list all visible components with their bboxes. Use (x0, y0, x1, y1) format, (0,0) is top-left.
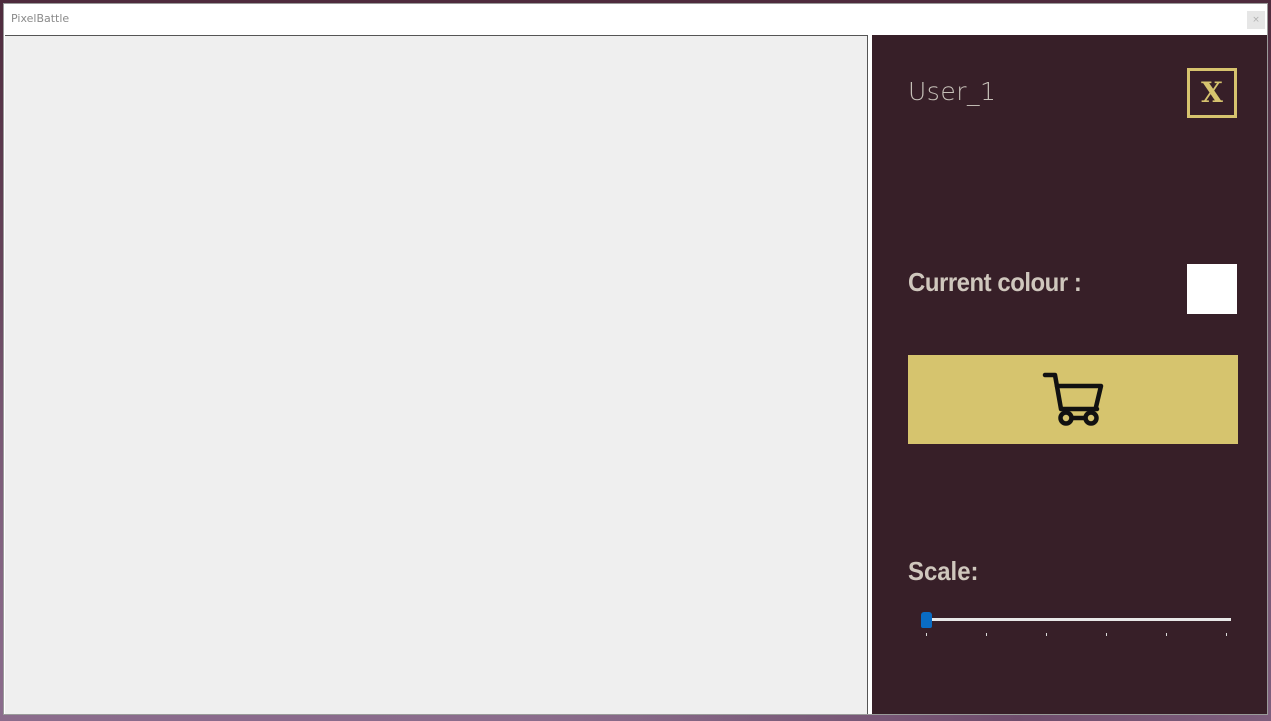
app-window: PixelBattle × User_1 X Current colour : … (3, 3, 1268, 715)
title-bar[interactable]: PixelBattle × (4, 4, 1267, 34)
pixel-canvas[interactable] (5, 35, 868, 714)
current-colour-swatch[interactable] (1187, 264, 1237, 314)
scale-slider-tick (1226, 633, 1227, 636)
scale-slider-thumb[interactable] (920, 612, 932, 628)
scale-slider[interactable] (916, 607, 1236, 637)
username-label: User_1 (908, 77, 997, 106)
scale-slider-tick (1166, 633, 1167, 636)
scale-slider-track[interactable] (921, 618, 1231, 621)
scale-slider-tick (926, 633, 927, 636)
scale-slider-tick (986, 633, 987, 636)
logout-button[interactable]: X (1187, 68, 1237, 118)
cart-icon (1042, 372, 1104, 426)
scale-slider-tick (1106, 633, 1107, 636)
side-panel: User_1 X Current colour : Scale: (872, 35, 1267, 714)
window-close-button[interactable]: × (1247, 11, 1265, 29)
current-colour-label: Current colour : (908, 267, 1082, 297)
scale-label: Scale: (908, 556, 979, 586)
window-title: PixelBattle (11, 12, 70, 25)
shop-button[interactable] (908, 355, 1238, 444)
scale-slider-tick (1046, 633, 1047, 636)
